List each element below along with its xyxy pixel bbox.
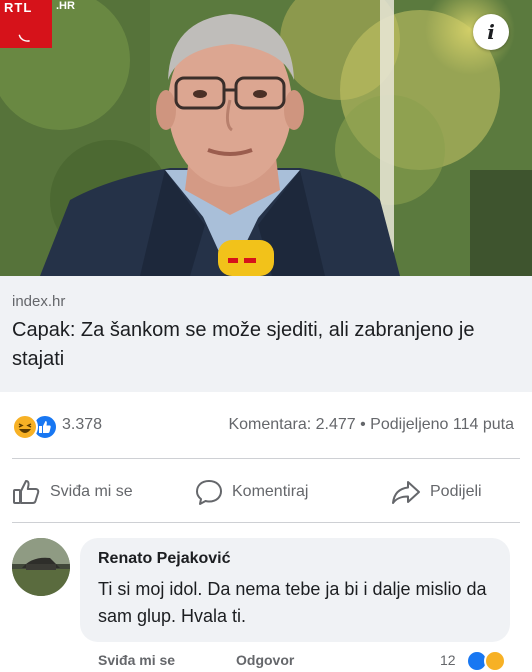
article-photo[interactable]: RTL ◟ .HR i bbox=[0, 0, 532, 276]
share-icon bbox=[392, 481, 420, 504]
post-stats: 3.378 Komentara: 2.477 • Podijeljeno 114… bbox=[0, 400, 532, 450]
comment-haha-reaction-icon bbox=[484, 650, 506, 672]
comment-reaction-count[interactable]: 12 bbox=[440, 652, 456, 668]
comment-button[interactable]: Komentiraj bbox=[194, 478, 308, 506]
rtl-logo-suffix: .HR bbox=[56, 0, 75, 12]
comment-like-button[interactable]: Sviđa mi se bbox=[98, 652, 175, 668]
share-button[interactable]: Podijeli bbox=[390, 478, 482, 506]
comment-text: Ti si moj idol. Da nema tebe ja bi i dal… bbox=[98, 579, 487, 626]
rtl-logo-text: RTL bbox=[4, 0, 33, 15]
info-icon[interactable]: i bbox=[473, 14, 509, 50]
avatar[interactable] bbox=[12, 538, 70, 596]
comment-button-label: Komentiraj bbox=[232, 483, 309, 500]
rtl-logo: RTL ◟ bbox=[0, 0, 52, 48]
stats-summary: Komentara: 2.477 • Podijeljeno 114 puta bbox=[228, 416, 514, 434]
thumbs-up-icon bbox=[13, 480, 40, 504]
stats-separator: • bbox=[360, 416, 366, 433]
comment-bubble: Renato Pejaković Ti si moj idol. Da nema… bbox=[80, 538, 510, 642]
link-title[interactable]: Capak: Za šankom se može sjediti, ali za… bbox=[12, 316, 512, 374]
link-preview[interactable]: index.hr Capak: Za šankom se može sjedit… bbox=[0, 276, 532, 392]
comment-count[interactable]: Komentara: 2.477 bbox=[228, 416, 355, 433]
photo-illustration bbox=[0, 0, 532, 276]
divider bbox=[12, 458, 520, 459]
haha-reaction-icon bbox=[12, 414, 38, 440]
rtl-swoosh-icon: ◟ bbox=[14, 18, 31, 47]
like-button-label: Sviđa mi se bbox=[50, 483, 133, 500]
link-domain: index.hr bbox=[12, 293, 66, 310]
reaction-icons[interactable] bbox=[12, 414, 58, 440]
comment-icon bbox=[196, 480, 222, 505]
reaction-count[interactable]: 3.378 bbox=[62, 416, 102, 434]
share-count[interactable]: Podijeljeno 114 puta bbox=[370, 416, 514, 433]
comment-reply-button[interactable]: Odgovor bbox=[236, 652, 294, 668]
like-button[interactable]: Sviđa mi se bbox=[12, 478, 133, 506]
comment-author[interactable]: Renato Pejaković bbox=[98, 550, 231, 568]
share-button-label: Podijeli bbox=[430, 483, 482, 500]
divider bbox=[12, 522, 520, 523]
